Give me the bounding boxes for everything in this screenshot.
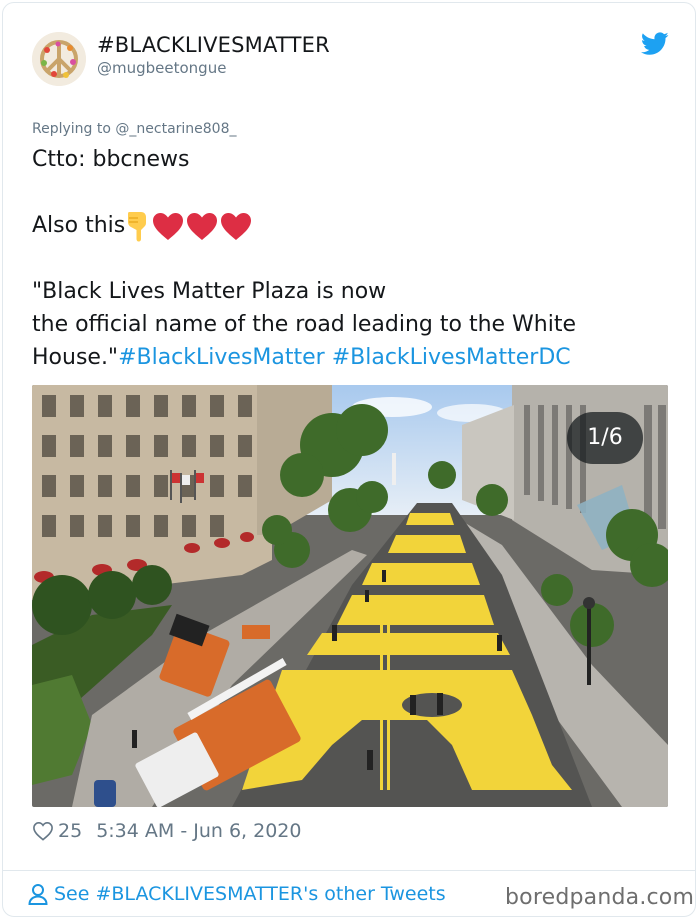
tweet-text: Ctto: bbcnews Also this "Black Lives Mat… xyxy=(32,143,662,374)
pointing-down-emoji-icon xyxy=(128,212,147,242)
red-heart-emoji-icon xyxy=(153,213,184,240)
red-heart-emoji-icon xyxy=(221,213,252,240)
person-icon xyxy=(28,884,48,905)
tweet-quote-line-1: "Black Lives Matter Plaza is now xyxy=(32,279,387,304)
heart-icon[interactable] xyxy=(32,821,54,841)
tweet-quote-line-2: the official name of the road leading to… xyxy=(32,312,577,337)
tweet-line-credit: Ctto: bbcnews xyxy=(32,147,190,172)
replying-to-user[interactable]: @_nectarine808_ xyxy=(115,121,236,137)
tweet-line-also-text: Also this xyxy=(32,213,126,238)
replying-to: Replying to @_nectarine808_ xyxy=(32,121,237,137)
like-count[interactable]: 25 xyxy=(58,820,82,842)
media-counter: 1/6 xyxy=(567,412,643,464)
red-heart-emoji-icon xyxy=(187,213,218,240)
other-tweets-link[interactable]: See #BLACKLIVESMATTER's other Tweets xyxy=(28,883,446,905)
boredpanda-watermark: boredpanda.com xyxy=(505,885,695,910)
other-tweets-label[interactable]: See #BLACKLIVESMATTER's other Tweets xyxy=(54,883,446,905)
tweet-line-also: Also this xyxy=(32,209,662,242)
tweet-quote-line-3: House."#BlackLivesMatter #BlackLivesMatt… xyxy=(32,341,662,374)
hashtag-link-blacklivesmatter[interactable]: #BlackLivesMatter xyxy=(118,345,325,370)
display-name[interactable]: #BLACKLIVESMATTER xyxy=(97,33,330,57)
user-handle[interactable]: @mugbeetongue xyxy=(97,59,226,77)
twitter-bird-icon[interactable] xyxy=(641,32,669,56)
avatar[interactable] xyxy=(32,32,86,86)
hashtag-link-blacklivesmatterdc[interactable]: #BlackLivesMatterDC xyxy=(332,345,571,370)
replying-to-prefix: Replying to xyxy=(32,121,116,137)
footer-divider xyxy=(2,870,696,871)
timestamp[interactable]: 5:34 AM - Jun 6, 2020 xyxy=(96,820,301,842)
tweet-quote-end: House." xyxy=(32,345,119,370)
tweet-meta: 25 5:34 AM - Jun 6, 2020 xyxy=(32,820,301,842)
